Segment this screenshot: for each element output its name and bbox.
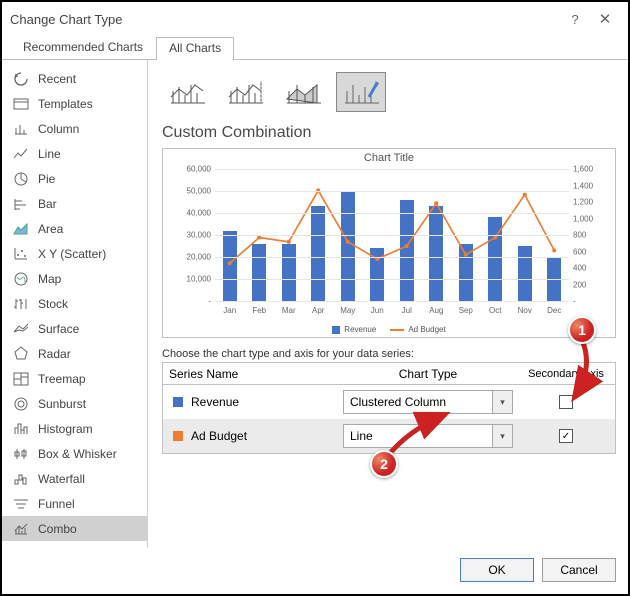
sidebar-item-funnel[interactable]: Funnel xyxy=(2,491,147,516)
chart-title: Chart Title xyxy=(163,152,615,164)
sunburst-icon xyxy=(12,395,30,413)
series-swatch xyxy=(173,397,183,407)
sidebar-item-line[interactable]: Line xyxy=(2,141,147,166)
chevron-down-icon: ▾ xyxy=(492,425,512,447)
sidebar-item-bar[interactable]: Bar xyxy=(2,191,147,216)
chevron-down-icon: ▾ xyxy=(492,391,512,413)
subtype-custom[interactable] xyxy=(336,72,386,112)
radar-icon xyxy=(12,345,30,363)
secondary-axis-checkbox-adbudget[interactable]: ✓ xyxy=(559,429,573,443)
series-row-adbudget: Ad Budget Line▾ ✓ xyxy=(163,419,615,453)
recent-icon xyxy=(12,70,30,88)
sidebar-item-treemap[interactable]: Treemap xyxy=(2,366,147,391)
histogram-icon xyxy=(12,420,30,438)
chart-preview: Chart Title 60,00050,00040,00030,00020,0… xyxy=(162,148,616,338)
stock-icon xyxy=(12,295,30,313)
area-icon xyxy=(12,220,30,238)
sidebar-item-recent[interactable]: Recent xyxy=(2,66,147,91)
line-icon xyxy=(12,145,30,163)
map-icon xyxy=(12,270,30,288)
sidebar-item-scatter[interactable]: X Y (Scatter) xyxy=(2,241,147,266)
series-swatch xyxy=(173,431,183,441)
secondary-axis-checkbox-revenue[interactable] xyxy=(559,395,573,409)
pie-icon xyxy=(12,170,30,188)
annotation-badge-2: 2 xyxy=(370,450,398,478)
waterfall-icon xyxy=(12,470,30,488)
annotation-badge-1: 1 xyxy=(568,316,596,344)
combo-icon xyxy=(12,520,30,538)
series-table: Series Name Chart Type Secondary Axis Re… xyxy=(162,362,616,454)
sidebar-item-stock[interactable]: Stock xyxy=(2,291,147,316)
subtype-stacked-area-column[interactable] xyxy=(278,72,328,112)
chart-type-select-revenue[interactable]: Clustered Column▾ xyxy=(343,390,513,414)
sidebar-item-map[interactable]: Map xyxy=(2,266,147,291)
sidebar-item-pie[interactable]: Pie xyxy=(2,166,147,191)
configure-label: Choose the chart type and axis for your … xyxy=(162,348,616,360)
funnel-icon xyxy=(12,495,30,513)
legend-swatch-adbudget xyxy=(390,329,404,331)
combo-subtype-title: Custom Combination xyxy=(162,124,616,142)
sidebar-item-histogram[interactable]: Histogram xyxy=(2,416,147,441)
sidebar-item-combo[interactable]: Combo xyxy=(2,516,147,541)
boxwhisker-icon xyxy=(12,445,30,463)
treemap-icon xyxy=(12,370,30,388)
subtype-clustered-line[interactable] xyxy=(162,72,212,112)
sidebar-item-radar[interactable]: Radar xyxy=(2,341,147,366)
subtype-clustered-line-secondary[interactable] xyxy=(220,72,270,112)
cancel-button[interactable]: Cancel xyxy=(542,558,616,582)
sidebar-item-waterfall[interactable]: Waterfall xyxy=(2,466,147,491)
sidebar-item-sunburst[interactable]: Sunburst xyxy=(2,391,147,416)
sidebar-item-area[interactable]: Area xyxy=(2,216,147,241)
tab-recommended[interactable]: Recommended Charts xyxy=(10,36,156,59)
tab-all-charts[interactable]: All Charts xyxy=(156,37,234,60)
subtype-row xyxy=(162,72,616,112)
series-row-revenue: Revenue Clustered Column▾ xyxy=(163,385,615,419)
help-button[interactable]: ? xyxy=(560,4,590,34)
close-button[interactable]: ✕ xyxy=(590,4,620,34)
sidebar-item-surface[interactable]: Surface xyxy=(2,316,147,341)
bar-icon xyxy=(12,195,30,213)
surface-icon xyxy=(12,320,30,338)
sidebar-item-boxwhisker[interactable]: Box & Whisker xyxy=(2,441,147,466)
templates-icon xyxy=(12,95,30,113)
column-icon xyxy=(12,120,30,138)
chart-type-sidebar: Recent Templates Column Line Pie Bar Are… xyxy=(2,60,148,548)
sidebar-item-column[interactable]: Column xyxy=(2,116,147,141)
legend-swatch-revenue xyxy=(332,326,340,334)
chart-type-select-adbudget[interactable]: Line▾ xyxy=(343,424,513,448)
scatter-icon xyxy=(12,245,30,263)
dialog-title: Change Chart Type xyxy=(10,12,123,27)
ok-button[interactable]: OK xyxy=(460,558,534,582)
sidebar-item-templates[interactable]: Templates xyxy=(2,91,147,116)
